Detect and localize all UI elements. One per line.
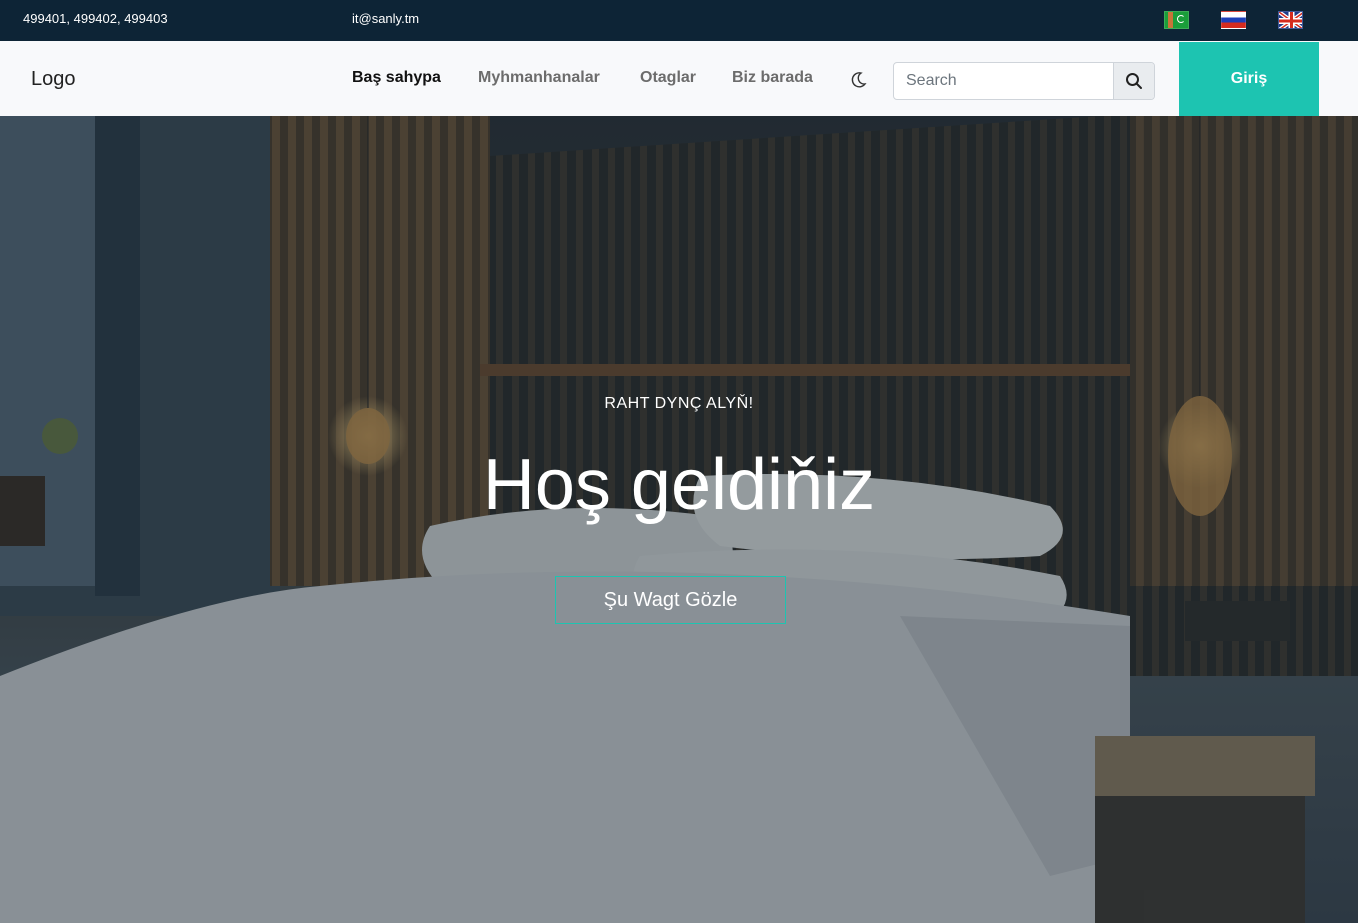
logo[interactable]: Logo: [31, 68, 76, 91]
nav-hotels[interactable]: Myhmanhanalar: [478, 69, 600, 87]
nav-rooms[interactable]: Otaglar: [640, 69, 696, 87]
hero-title: Hoş geldiňiz: [482, 445, 876, 525]
search-input[interactable]: [894, 63, 1114, 99]
main-navbar: Logo Baş sahypa Myhmanhanalar Otaglar Bi…: [0, 41, 1358, 116]
nav-about[interactable]: Biz barada: [732, 69, 813, 87]
search-icon: [1126, 73, 1142, 89]
turkmen-flag-icon[interactable]: [1164, 11, 1189, 29]
phone-numbers: 499401, 499402, 499403: [23, 11, 168, 26]
login-button[interactable]: Giriş: [1179, 42, 1319, 116]
email-link[interactable]: it@sanly.tm: [352, 11, 419, 26]
uk-flag-icon[interactable]: [1278, 11, 1303, 29]
search-now-button[interactable]: Şu Wagt Gözle: [555, 576, 786, 624]
moon-icon[interactable]: [848, 70, 868, 90]
russian-flag-icon[interactable]: [1221, 11, 1246, 29]
search-button[interactable]: [1113, 63, 1154, 99]
nav-home[interactable]: Baş sahypa: [352, 69, 441, 87]
hero-section: RAHT DYNÇ ALYŇ! Hoş geldiňiz Şu Wagt Göz…: [0, 116, 1358, 923]
top-info-bar: 499401, 499402, 499403 it@sanly.tm: [0, 0, 1358, 41]
search-box: [893, 62, 1155, 100]
hero-subtitle: RAHT DYNÇ ALYŇ!: [604, 395, 754, 412]
